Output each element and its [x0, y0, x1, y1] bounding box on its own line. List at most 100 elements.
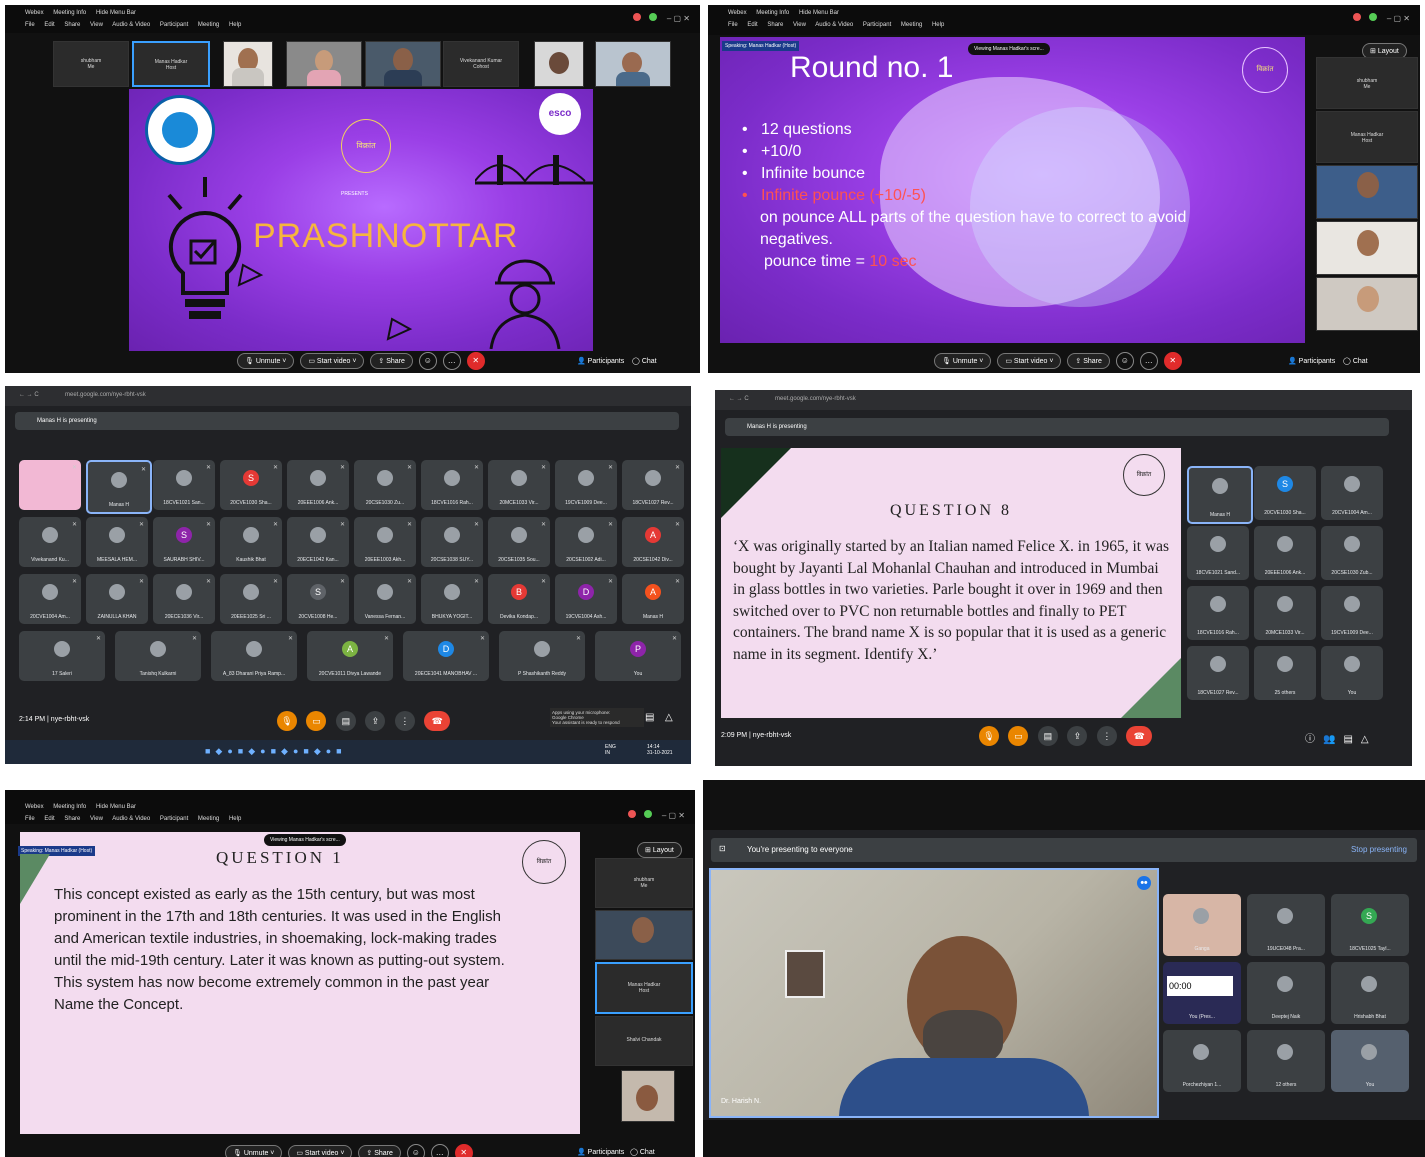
participant-tile[interactable]: ✕ 20EEE1006 Ank...: [287, 460, 349, 510]
participant-tile[interactable]: ✕ 20CSE1002 Adi...: [555, 517, 617, 567]
window-controls[interactable]: – ▢ ✕: [632, 13, 690, 23]
participant-tile[interactable]: 19UCE048 Pra...: [1247, 894, 1325, 956]
participant-tile[interactable]: 20CVE1004 Am...: [1321, 466, 1383, 520]
participant-tile[interactable]: Ganga: [1163, 894, 1241, 956]
participant-tile[interactable]: S 20CVE1030 Sha...: [1254, 466, 1316, 520]
menu-edit[interactable]: Edit: [44, 22, 54, 28]
participant-tile[interactable]: ✕ Vivekanand Ku...: [19, 517, 81, 567]
participants-button[interactable]: 👤 Participants: [577, 358, 624, 365]
right-meet-icons[interactable]: ⓘ👥▤△: [1305, 730, 1377, 745]
participant-tile[interactable]: ✕ BHUKYA YOGIT...: [421, 574, 483, 624]
participant-tile[interactable]: ✕ 18CVE1021 San...: [153, 460, 215, 510]
participant-tile[interactable]: You: [1321, 646, 1383, 700]
participant-video[interactable]: [1316, 221, 1418, 275]
participant-video[interactable]: [286, 41, 362, 87]
meeting-info-menu[interactable]: Meeting Info: [756, 10, 789, 16]
nav-buttons[interactable]: ← → C: [729, 396, 749, 402]
participants-button[interactable]: 👤 Participants: [577, 1149, 624, 1156]
menu-file[interactable]: File: [25, 22, 35, 28]
participant-tile[interactable]: ✕: [19, 460, 81, 510]
participant-thumb[interactable]: shubham Me: [1316, 57, 1418, 109]
start-video-button[interactable]: ▭ Start video ˅: [288, 1144, 353, 1157]
window-controls[interactable]: – ▢ ✕: [627, 810, 685, 820]
menu-edit[interactable]: Edit: [44, 816, 54, 822]
participant-thumb[interactable]: Manas Hadkar Host: [1316, 111, 1418, 163]
participant-tile[interactable]: ✕ A_83 Dharani Priya Ramp...: [211, 631, 297, 681]
participant-tile[interactable]: ✕ 20ECE1036 Vir...: [153, 574, 215, 624]
participant-tile[interactable]: P ✕ You: [595, 631, 681, 681]
menu-view[interactable]: View: [793, 22, 806, 28]
participant-tile[interactable]: B ✕ Devika Kondap...: [488, 574, 550, 624]
more-options-icon[interactable]: ⋮: [1096, 726, 1117, 746]
url-field[interactable]: meet.google.com/nye-rbht-vsk: [775, 396, 856, 402]
window-controls[interactable]: – ▢ ✕: [1352, 13, 1410, 23]
participant-tile[interactable]: ✕ 20CSE1030 Zu...: [354, 460, 416, 510]
participant-thumb[interactable]: Shalvi Chandak: [595, 1016, 693, 1066]
participant-video[interactable]: [595, 41, 671, 87]
participant-thumb[interactable]: shubham Me: [53, 41, 129, 87]
participant-tile[interactable]: 20CSE1030 Zub...: [1321, 526, 1383, 580]
participant-video[interactable]: [595, 910, 693, 960]
unmute-button[interactable]: 🎙 Unmute ˅: [237, 352, 295, 369]
menu-share[interactable]: Share: [64, 22, 80, 28]
participant-tile[interactable]: ✕ 18CVE1027 Rev...: [622, 460, 684, 510]
meeting-info-menu[interactable]: Meeting Info: [53, 10, 86, 16]
participant-tile[interactable]: ✕ Kaushik Bhat: [220, 517, 282, 567]
participant-thumb[interactable]: Vivekanand Kumar Cohost: [443, 41, 519, 87]
url-field[interactable]: meet.google.com/nye-rbht-vsk: [65, 392, 146, 398]
camera-off-icon[interactable]: ▭: [1008, 726, 1029, 746]
end-call-button[interactable]: ✕: [454, 1144, 473, 1157]
meeting-info-menu[interactable]: Meeting Info: [53, 804, 86, 810]
participant-tile[interactable]: ✕ 19CVE1009 Dee...: [555, 460, 617, 510]
menu-view[interactable]: View: [90, 816, 103, 822]
activities-icon[interactable]: △: [665, 712, 673, 723]
start-video-button[interactable]: ▭ Start video ˅: [300, 352, 365, 369]
participant-tile[interactable]: ✕ Manas H: [86, 460, 152, 514]
participant-tile[interactable]: ✕ 20CSE1035 Sou...: [488, 517, 550, 567]
chat-button[interactable]: ◯ Chat: [632, 358, 657, 365]
participant-video[interactable]: [223, 41, 273, 87]
participant-video[interactable]: [621, 1070, 675, 1122]
captions-icon[interactable]: ▤: [335, 711, 356, 731]
webex-logo[interactable]: Webex: [25, 10, 44, 16]
more-icon[interactable]: …: [1139, 352, 1158, 370]
menu-participant[interactable]: Participant: [160, 816, 188, 822]
start-video-button[interactable]: ▭ Start video ˅: [997, 352, 1062, 369]
participant-tile[interactable]: 20MCE1033 Vir...: [1254, 586, 1316, 640]
participant-thumb-active[interactable]: Manas Hadkar Host: [595, 962, 693, 1014]
leave-call-icon[interactable]: ☎: [1126, 726, 1153, 746]
participant-tile[interactable]: ✕ P Shashikanth Reddy: [499, 631, 585, 681]
participant-video[interactable]: [1316, 277, 1418, 331]
participant-tile[interactable]: 00:00 You (Pres...: [1163, 962, 1241, 1024]
webex-logo[interactable]: Webex: [728, 10, 747, 16]
participant-tile[interactable]: 25 others: [1254, 646, 1316, 700]
more-options-icon[interactable]: ⋮: [394, 711, 415, 731]
main-speaker-video[interactable]: Dr. Harish N. ⦁⦁: [709, 868, 1159, 1118]
menu-file[interactable]: File: [25, 816, 35, 822]
mic-off-icon[interactable]: 🎙: [979, 726, 999, 746]
more-icon[interactable]: …: [430, 1144, 449, 1157]
chat-button[interactable]: ◯ Chat: [1343, 358, 1368, 365]
layout-button[interactable]: ⊞ Layout: [637, 842, 686, 858]
participant-tile[interactable]: ✕ 20EEE1025 Sri ...: [220, 574, 282, 624]
participant-tile[interactable]: ✕ 20CSE1038 SUY...: [421, 517, 483, 567]
nav-buttons[interactable]: ← → C: [19, 392, 39, 398]
participant-tile[interactable]: Manas H: [1187, 466, 1253, 524]
participant-tile[interactable]: Deeptej Naik: [1247, 962, 1325, 1024]
share-button[interactable]: ⇪ Share: [358, 1144, 401, 1157]
hide-menu-bar[interactable]: Hide Menu Bar: [96, 804, 136, 810]
participant-tile[interactable]: A ✕ Manas H: [622, 574, 684, 624]
participant-tile[interactable]: ✕ 20MCE1033 Vir...: [488, 460, 550, 510]
participant-tile[interactable]: S ✕ SAURABH SHIV...: [153, 517, 215, 567]
taskbar-clock[interactable]: 14:14 31-10-2021: [647, 744, 673, 756]
webex-logo[interactable]: Webex: [25, 804, 44, 810]
participant-tile[interactable]: ✕ 18CVE1016 Rah...: [421, 460, 483, 510]
reactions-icon[interactable]: ☺: [1115, 352, 1134, 370]
end-call-button[interactable]: ✕: [466, 352, 485, 370]
menu-edit[interactable]: Edit: [747, 22, 757, 28]
participant-tile[interactable]: You: [1331, 1030, 1409, 1092]
present-icon[interactable]: ⇪: [1067, 726, 1088, 746]
participant-tile[interactable]: 19CVE1009 Dee...: [1321, 586, 1383, 640]
menu-audio-video[interactable]: Audio & Video: [112, 22, 150, 28]
participant-tile[interactable]: S ✕ 20CVE1030 Sha...: [220, 460, 282, 510]
